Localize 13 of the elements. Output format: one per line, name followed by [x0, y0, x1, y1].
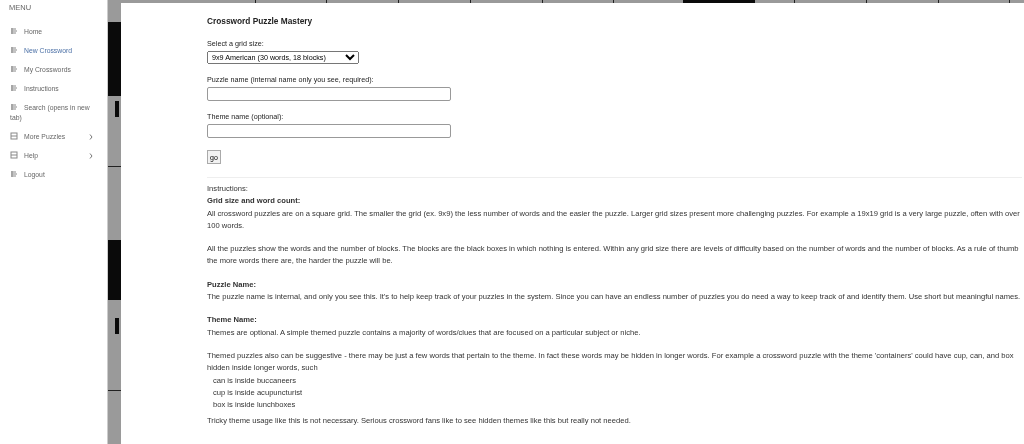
document-icon — [10, 103, 18, 111]
document-icon — [10, 170, 18, 178]
book-icon — [10, 151, 18, 159]
document-icon — [10, 46, 18, 54]
chevron-right-icon — [89, 153, 93, 159]
document-icon — [10, 84, 18, 92]
chevron-right-icon — [89, 134, 93, 140]
page-title: Crossword Puzzle Mastery — [207, 16, 314, 26]
text-field[interactable] — [207, 87, 451, 101]
document-icon — [10, 65, 18, 73]
book-icon — [10, 132, 18, 140]
text-field[interactable] — [207, 124, 451, 138]
document-icon — [10, 27, 18, 35]
